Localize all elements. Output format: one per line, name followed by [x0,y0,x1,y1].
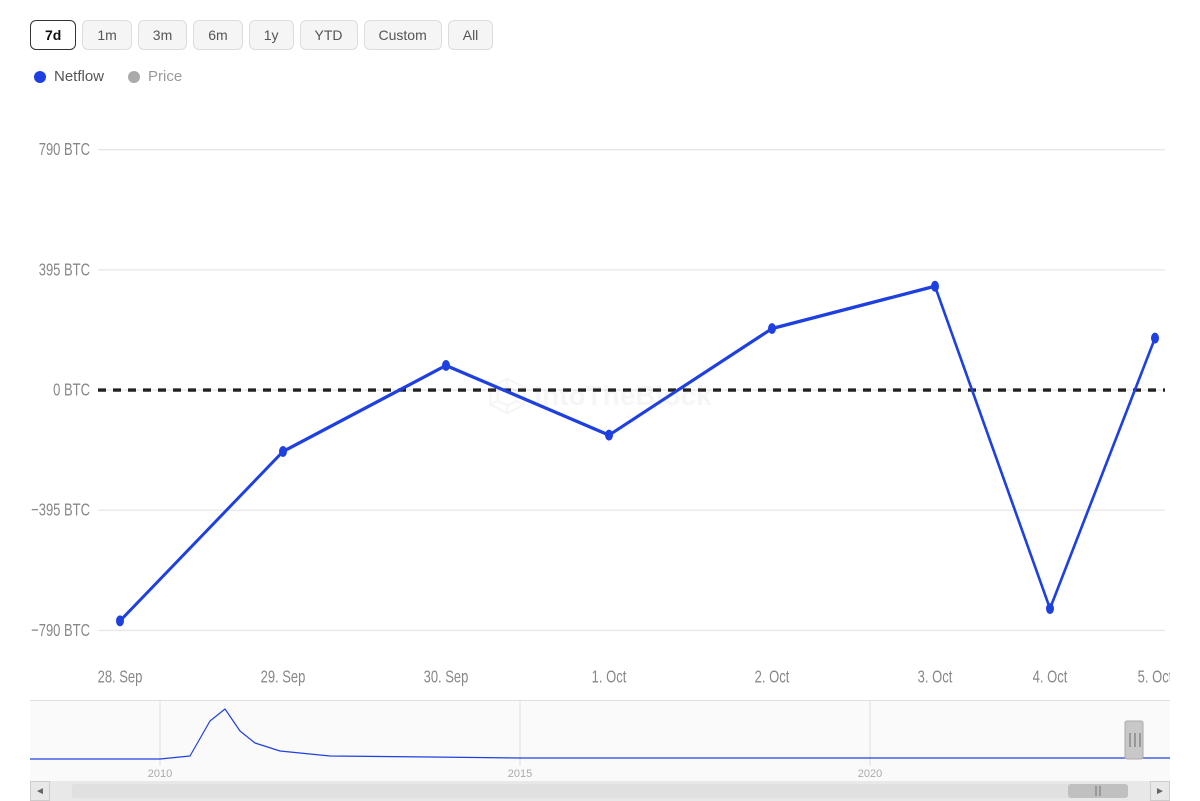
legend-netflow: Netflow [34,68,104,85]
time-btn-ytd[interactable]: YTD [300,20,358,50]
scrollbar-handle-1 [1095,786,1097,796]
svg-text:29. Sep: 29. Sep [261,668,306,687]
price-label: Price [148,68,182,85]
time-btn-1y[interactable]: 1y [249,20,294,50]
time-btn-6m[interactable]: 6m [193,20,242,50]
netflow-dot [34,71,46,83]
chart-legend: Netflow Price [30,68,1170,85]
svg-text:5. Oct: 5. Oct [1138,668,1170,687]
svg-text:1. Oct: 1. Oct [592,668,627,687]
svg-text:4. Oct: 4. Oct [1033,668,1068,687]
svg-text:28. Sep: 28. Sep [98,668,143,687]
time-btn-3m[interactable]: 3m [138,20,187,50]
time-btn-7d[interactable]: 7d [30,20,76,50]
svg-text:30. Sep: 30. Sep [424,668,469,687]
svg-text:2010: 2010 [148,768,172,780]
scrollbar-thumb[interactable] [1068,784,1128,798]
main-chart-svg: 790 BTC 395 BTC 0 BTC −395 BTC −790 BTC … [30,95,1170,696]
svg-text:2020: 2020 [858,768,882,780]
svg-text:2. Oct: 2. Oct [755,668,790,687]
chart-wrapper: IntoTheBlock 790 BTC 395 BTC 0 BTC −395 … [30,95,1170,800]
mini-chart-svg: 2010 2015 2020 [30,701,1170,781]
svg-text:−395 BTC: −395 BTC [31,501,90,520]
svg-text:0 BTC: 0 BTC [53,381,90,400]
svg-text:395 BTC: 395 BTC [39,260,90,279]
price-dot [128,71,140,83]
scroll-left-arrow[interactable]: ◄ [30,781,50,801]
time-btn-custom[interactable]: Custom [364,20,442,50]
time-btn-all[interactable]: All [448,20,494,50]
scrollbar-handle-2 [1099,786,1101,796]
main-container: 7d1m3m6m1yYTDCustomAll Netflow Price [0,0,1200,800]
mini-chart-container: 2010 2015 2020 ◄ [30,700,1170,800]
svg-text:3. Oct: 3. Oct [918,668,953,687]
svg-text:2015: 2015 [508,768,532,780]
main-chart-container: IntoTheBlock 790 BTC 395 BTC 0 BTC −395 … [30,95,1170,696]
svg-text:790 BTC: 790 BTC [39,140,90,159]
svg-text:−790 BTC: −790 BTC [31,621,90,640]
scrollbar[interactable]: ◄ ► [30,781,1170,801]
time-range-bar: 7d1m3m6m1yYTDCustomAll [30,20,1170,50]
netflow-label: Netflow [54,68,104,85]
scrollbar-track [72,784,1128,798]
time-btn-1m[interactable]: 1m [82,20,131,50]
scroll-right-arrow[interactable]: ► [1150,781,1170,801]
legend-price: Price [128,68,182,85]
